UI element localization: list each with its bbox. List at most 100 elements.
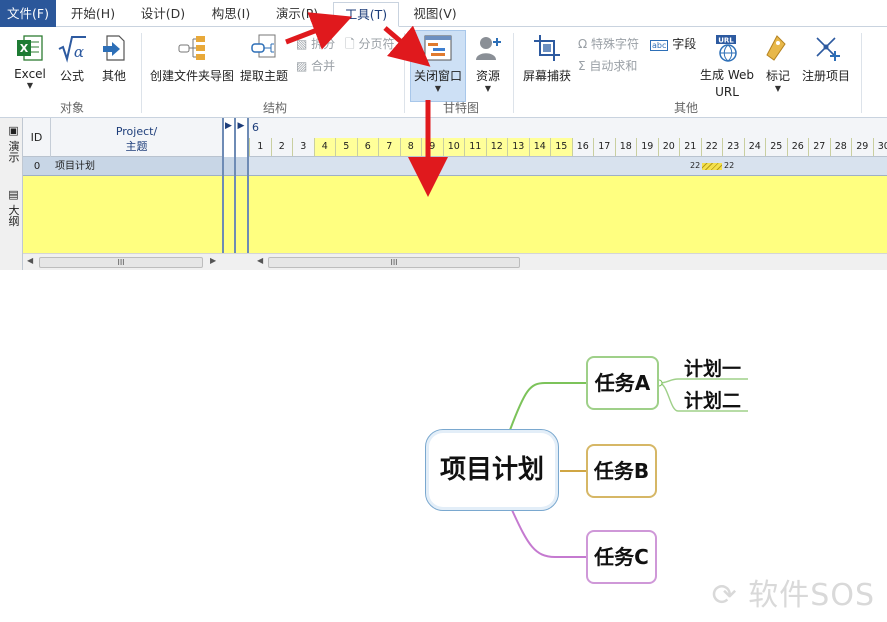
tab-view[interactable]: 视图(V) (406, 2, 464, 27)
timeline-day: 26 (786, 138, 809, 156)
tab-outline-label: 大纲 (7, 204, 20, 227)
timeline-day: 23 (722, 138, 744, 156)
tab-design[interactable]: 设计(D) (132, 2, 194, 27)
column-header-id[interactable]: ID (23, 118, 51, 157)
timeline-day: 22 (700, 138, 723, 156)
scroll-left-icon[interactable]: ◀ (257, 256, 263, 265)
subtopic-plan-1[interactable]: 计划一 (684, 354, 741, 381)
tab-ideas[interactable]: 构思(I) (202, 2, 260, 27)
topic-task-a-label: 任务A (594, 371, 651, 395)
formula-label: 公式 (59, 69, 84, 83)
row-task-name: 项目计划 (55, 161, 95, 172)
left-scrollbar-thumb[interactable]: III (39, 257, 203, 268)
timeline-day: 27 (808, 138, 830, 156)
mind-map-canvas: 项目计划 任务A 任务B 任务C 计划一 计划二 ⟳ 软件SOS (0, 270, 887, 622)
right-scrollbar-thumb[interactable]: III (268, 257, 520, 268)
page-break-icon: 🗋 (345, 37, 359, 51)
generate-web-url-label: 生成 Web URL (694, 67, 760, 101)
mark-label: 标记 (765, 69, 790, 83)
row-id: 0 (33, 161, 41, 172)
extract-topic-button[interactable]: 提取主题 (238, 33, 290, 84)
timeline-day: 30 (872, 138, 887, 156)
tab-presentation-label: 演示 (7, 140, 20, 163)
field-button[interactable]: abc 字段 (650, 35, 696, 52)
create-folder-map-label: 创建文件夹导图 (149, 69, 234, 83)
bar-end-label: 22 (724, 161, 735, 170)
group-separator (404, 33, 405, 113)
register-project-label: 注册项目 (801, 69, 850, 83)
central-topic[interactable]: 项目计划 (425, 429, 559, 511)
presentation-icon: ▣ (7, 124, 20, 141)
timeline-day: 6 (356, 138, 378, 156)
timeline-day: 18 (614, 138, 637, 156)
group-label-objects: 对象 (60, 101, 85, 115)
gantt-panel: ▣ 演示 ▤ 大纲 ID Project/主题 ▶ ▶ 6 1234567891… (0, 118, 887, 270)
timeline-day: 14 (528, 138, 550, 156)
gantt-header: ID Project/主题 ▶ ▶ 6 1 2 3 4 5 6 7 8 9 10 11 12 13 14 1… (23, 118, 887, 157)
register-project-button[interactable]: 注册项目 (798, 33, 854, 84)
chevron-down-icon: ▼ (26, 81, 34, 90)
special-char-button[interactable]: Ω 特殊字符 (578, 35, 639, 52)
splitter-line[interactable] (222, 118, 224, 268)
other-object-label: 其他 (101, 69, 126, 83)
topic-task-a[interactable]: 任务A (586, 356, 659, 410)
chevron-down-icon: ▼ (434, 84, 442, 93)
screen-capture-button[interactable]: 屏幕捕获 (518, 33, 576, 84)
merge-icon: ▨ (296, 59, 312, 73)
omega-icon: Ω (578, 37, 591, 51)
split-icon: ▧ (296, 37, 312, 51)
timeline-day: 9 (421, 138, 443, 156)
resources-button[interactable]: 资源 ▼ (470, 33, 506, 93)
merge-button[interactable]: ▨ 合并 (296, 57, 335, 74)
timeline-day: 17 (593, 138, 615, 156)
topic-task-c[interactable]: 任务C (586, 530, 657, 584)
auto-sum-label: 自动求和 (589, 59, 638, 73)
subtopic-plan-2[interactable]: 计划二 (684, 386, 741, 413)
svg-text:X: X (20, 42, 29, 55)
group-separator (513, 33, 514, 113)
split-button[interactable]: ▧ 拆分 (296, 35, 335, 52)
generate-web-url-label-line1: 生成 Web (700, 68, 754, 82)
auto-sum-button[interactable]: Σ 自动求和 (578, 57, 637, 74)
tab-home[interactable]: 开始(H) (62, 2, 124, 27)
formula-button[interactable]: α 公式 (54, 33, 90, 84)
mark-button[interactable]: 标记 ▼ (762, 33, 794, 93)
timeline-day: 12 (485, 138, 507, 156)
insert-object-icon (103, 35, 125, 61)
group-label-structure: 结构 (263, 101, 288, 115)
folder-map-icon (178, 36, 205, 60)
timeline-day: 2 (270, 138, 293, 156)
scroll-left-icon[interactable]: ◀ (27, 256, 33, 265)
menu-bar: 文件(F) 开始(H) 设计(D) 构思(I) 演示(P) 工具(T) 视图(V… (0, 0, 887, 27)
generate-web-url-button[interactable]: URL 生成 Web URL (694, 33, 760, 101)
table-row[interactable]: 0 项目计划 22 22 (23, 157, 887, 176)
bar-start-label: 22 (690, 161, 701, 170)
tab-tools[interactable]: 工具(T) (333, 2, 399, 27)
tab-presentation-side[interactable]: ▣ 演示 (2, 124, 21, 163)
horizontal-scrollbars: ◀ III ▶ ◀ III (23, 253, 887, 270)
timeline-day: 24 (743, 138, 766, 156)
scroll-right-icon[interactable]: ▶ (210, 256, 216, 265)
other-object-button[interactable]: 其他 (96, 33, 132, 84)
create-folder-map-button[interactable]: 创建文件夹导图 (148, 33, 236, 84)
splitter-line[interactable] (247, 118, 249, 268)
watermark-text: 软件SOS (748, 578, 875, 613)
column-header-project[interactable]: Project/主题 (51, 118, 223, 157)
excel-button[interactable]: X Excel ▼ (10, 33, 50, 90)
timeline-day: 7 (378, 138, 400, 156)
group-separator (141, 33, 142, 113)
timeline-day: 4 (313, 138, 335, 156)
splitter-line[interactable] (234, 118, 236, 268)
chevron-down-icon: ▼ (484, 84, 492, 93)
ribbon: X Excel ▼ α 公式 其他 对象 创建文件夹导图 提取主题 ▧ 拆分 ▨… (0, 27, 887, 118)
close-window-button[interactable]: 关闭窗口 ▼ (410, 33, 466, 93)
gantt-task-bar[interactable] (702, 163, 722, 170)
tab-file[interactable]: 文件(F) (0, 0, 56, 27)
timeline-day: 19 (636, 138, 658, 156)
screen-capture-icon (534, 35, 560, 61)
tab-present[interactable]: 演示(P) (266, 2, 328, 27)
page-break-button[interactable]: 🗋 分页符 (345, 35, 394, 56)
tab-outline-side[interactable]: ▤ 大纲 (2, 188, 21, 227)
extract-topic-label: 提取主题 (239, 69, 288, 83)
topic-task-b[interactable]: 任务B (586, 444, 657, 498)
